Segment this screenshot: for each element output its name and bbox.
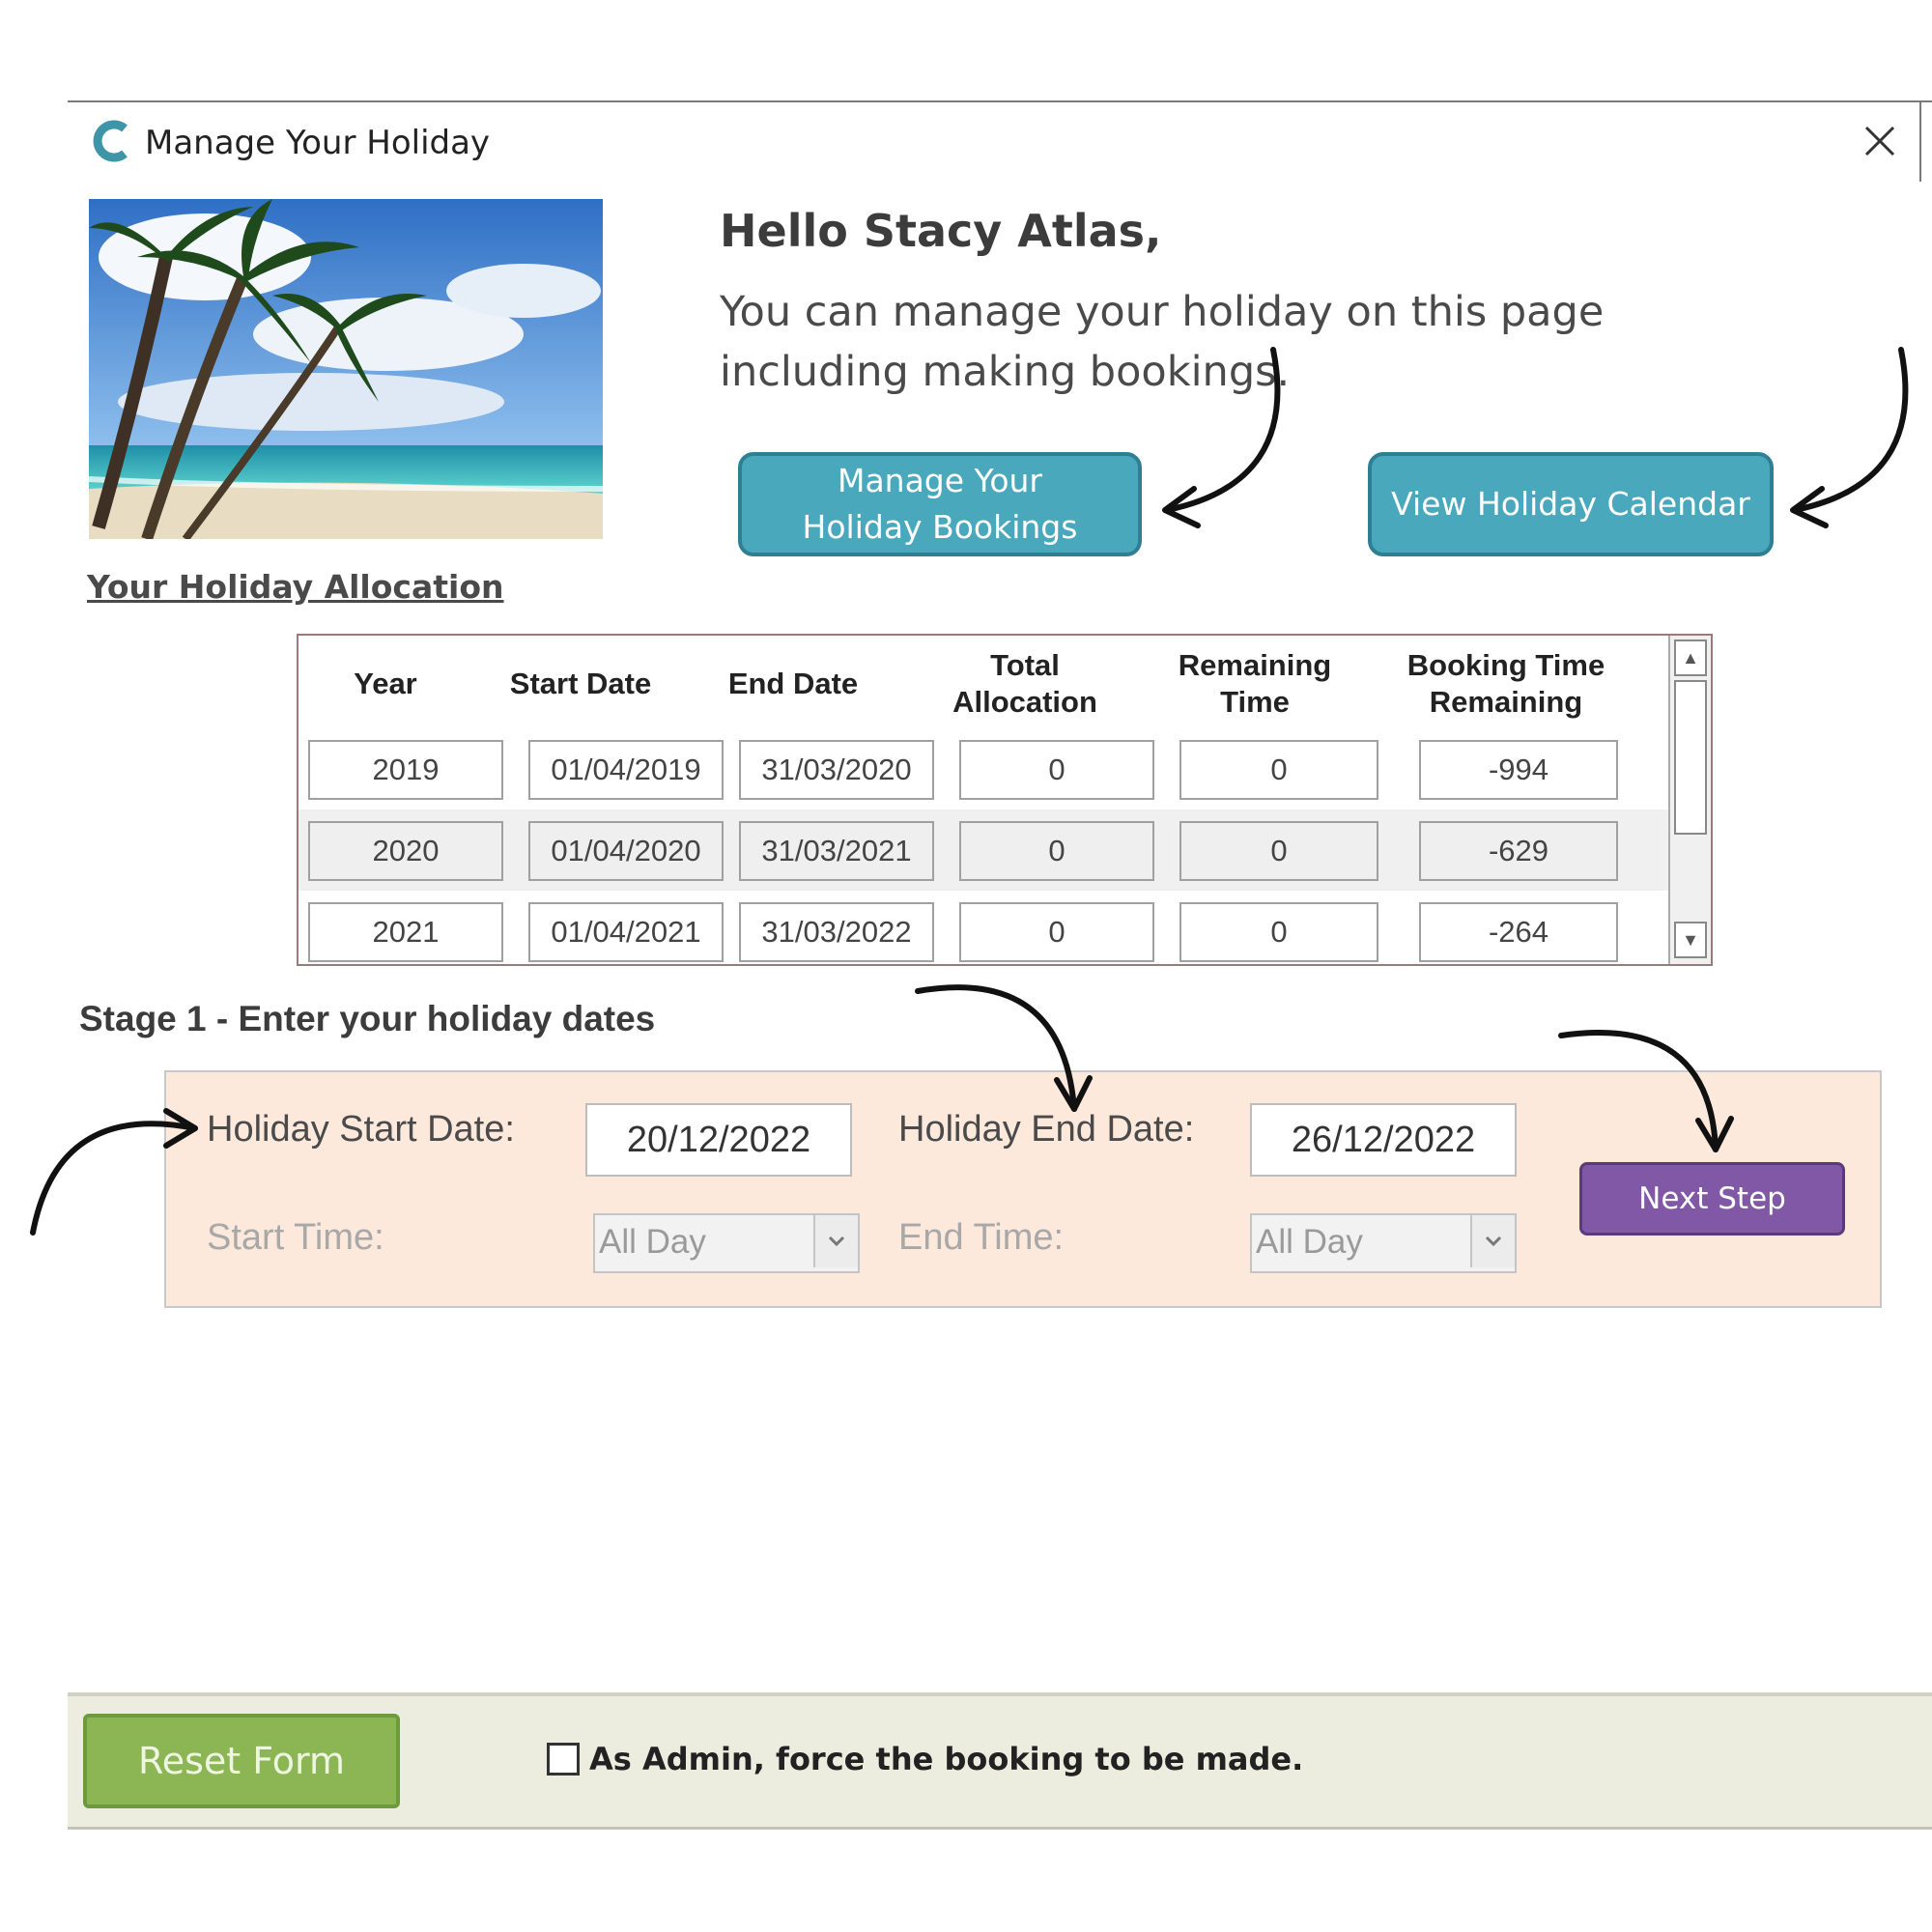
cell-end-date[interactable]: 31/03/2020 [739, 740, 934, 800]
header-remaining-time: Remaining Time [1178, 648, 1332, 719]
cell-end-date[interactable]: 31/03/2021 [739, 821, 934, 881]
header-booking-time-remaining: Booking Time Remaining [1406, 648, 1605, 719]
cell-end-date[interactable]: 31/03/2022 [739, 902, 934, 962]
cell-remaining-time[interactable]: 0 [1179, 821, 1378, 881]
reset-form-button[interactable]: Reset Form [83, 1714, 400, 1808]
end-time-label: End Time: [898, 1217, 1065, 1258]
window-title: Manage Your Holiday [145, 124, 491, 162]
scroll-down-button[interactable]: ▼ [1674, 922, 1707, 958]
manage-bookings-line1: Manage Your [837, 462, 1042, 499]
table-row: 2020 01/04/2020 31/03/2021 0 0 -629 [298, 810, 1670, 891]
c-logo-icon [93, 120, 131, 162]
cell-booking-time-remaining[interactable]: -629 [1419, 821, 1618, 881]
end-date-input[interactable]: 26/12/2022 [1250, 1103, 1517, 1177]
window-right-border [1919, 100, 1921, 182]
end-time-value: All Day [1256, 1223, 1363, 1261]
start-time-label: Start Time: [207, 1217, 384, 1258]
cell-booking-time-remaining[interactable]: -994 [1419, 740, 1618, 800]
view-calendar-button[interactable]: View Holiday Calendar [1368, 452, 1774, 556]
close-button[interactable] [1857, 118, 1903, 164]
cell-total-allocation[interactable]: 0 [959, 902, 1154, 962]
scroll-thumb[interactable] [1674, 680, 1707, 835]
cell-start-date[interactable]: 01/04/2021 [528, 902, 724, 962]
chevron-down-icon [1470, 1215, 1515, 1267]
end-time-select[interactable]: All Day [1250, 1213, 1517, 1273]
scroll-up-button[interactable]: ▲ [1674, 639, 1707, 676]
close-icon [1864, 126, 1895, 156]
cell-booking-time-remaining[interactable]: -264 [1419, 902, 1618, 962]
arrow-icon [1790, 347, 1909, 528]
header-total-allocation: Total Allocation [952, 648, 1097, 719]
table-row: 2019 01/04/2019 31/03/2020 0 0 -994 [298, 728, 1670, 810]
start-time-value: All Day [599, 1223, 706, 1261]
cell-start-date[interactable]: 01/04/2019 [528, 740, 724, 800]
manage-bookings-line2: Holiday Bookings [802, 508, 1078, 546]
start-date-label: Holiday Start Date: [207, 1109, 515, 1150]
window-top-border [68, 100, 1932, 102]
allocation-link[interactable]: Your Holiday Allocation [87, 568, 504, 606]
table-row: 2021 01/04/2021 31/03/2022 0 0 -264 [298, 891, 1670, 964]
beach-photo [89, 199, 603, 539]
cell-total-allocation[interactable]: 0 [959, 740, 1154, 800]
admin-force-label: As Admin, force the booking to be made. [589, 1741, 1304, 1777]
cell-remaining-time[interactable]: 0 [1179, 740, 1378, 800]
manage-bookings-button[interactable]: Manage Your Holiday Bookings [738, 452, 1142, 556]
header-end-date: End Date [727, 667, 859, 700]
triangle-down-icon: ▼ [1682, 929, 1699, 950]
start-time-select[interactable]: All Day [593, 1213, 860, 1273]
end-date-label: Holiday End Date: [898, 1109, 1195, 1150]
cell-total-allocation[interactable]: 0 [959, 821, 1154, 881]
cell-year[interactable]: 2020 [308, 821, 503, 881]
cell-year[interactable]: 2019 [308, 740, 503, 800]
table-scrollbar[interactable]: ▲ ▼ [1668, 636, 1711, 964]
intro-text: You can manage your holiday on this page… [720, 288, 1605, 396]
greeting: Hello Stacy Atlas, [720, 205, 1162, 257]
next-step-button[interactable]: Next Step [1579, 1162, 1845, 1236]
cell-remaining-time[interactable]: 0 [1179, 902, 1378, 962]
triangle-up-icon: ▲ [1682, 647, 1699, 668]
start-date-input[interactable]: 20/12/2022 [585, 1103, 852, 1177]
header-start-date: Start Date [509, 667, 652, 700]
chevron-down-icon [813, 1215, 858, 1267]
stage-heading: Stage 1 - Enter your holiday dates [79, 999, 656, 1038]
header-year: Year [354, 667, 417, 700]
allocation-table: Year Start Date End Date Total Allocatio… [297, 634, 1713, 966]
cell-start-date[interactable]: 01/04/2020 [528, 821, 724, 881]
cell-year[interactable]: 2021 [308, 902, 503, 962]
admin-force-checkbox[interactable] [547, 1743, 580, 1776]
